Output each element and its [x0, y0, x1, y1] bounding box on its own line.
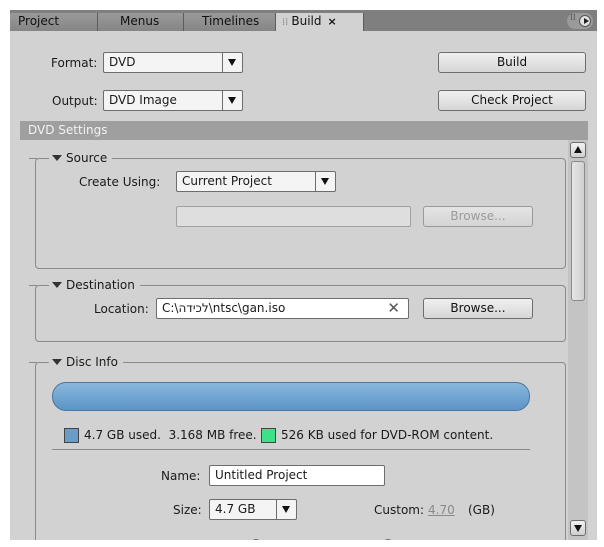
tab-build-label: Build: [291, 14, 322, 28]
tab-timelines-label: Timelines: [202, 14, 260, 28]
drag-grip-icon[interactable]: ⁞⁞: [282, 17, 288, 28]
destination-title: Destination: [66, 278, 135, 292]
chevron-down-icon: [315, 172, 335, 191]
collapse-triangle-icon: [52, 155, 62, 161]
group-line: [29, 362, 37, 363]
collapse-triangle-icon: [52, 282, 62, 288]
format-label: Format:: [51, 56, 98, 70]
disc-name-value: Untitled Project: [215, 468, 308, 482]
used-text: 4.7 GB used. 3.168 MB free.: [84, 428, 257, 442]
tab-bar: Project Menus Timelines ⁞⁞ Build × ⁞⁞: [10, 10, 597, 31]
chevron-down-icon: [222, 53, 242, 72]
rom-swatch: [261, 428, 276, 443]
source-browse-button: Browse...: [423, 206, 533, 227]
disc-size-value: 4.7 GB: [215, 502, 256, 516]
custom-label: Custom:: [374, 503, 425, 517]
destination-toggle[interactable]: Destination: [49, 278, 140, 292]
chevron-down-icon: [276, 500, 296, 519]
create-using-value: Current Project: [182, 174, 272, 188]
collapse-triangle-icon: [52, 359, 62, 365]
create-using-label: Create Using:: [79, 175, 161, 189]
output-label: Output:: [52, 94, 98, 108]
grip-dots-icon: ⁞⁞: [570, 13, 576, 23]
dvd-settings-section: DVD Settings Source Create Using: Curren…: [20, 121, 588, 540]
build-panel: Project Menus Timelines ⁞⁞ Build × ⁞⁞ Form…: [10, 10, 597, 540]
rom-text: 526 KB used for DVD-ROM content.: [281, 428, 494, 442]
check-project-button[interactable]: Check Project: [438, 90, 586, 111]
location-value: C:\לכידה\ntsc\gan.iso: [162, 301, 286, 315]
radio-button[interactable]: [250, 539, 262, 540]
used-swatch: [64, 428, 79, 443]
location-input[interactable]: C:\לכידה\ntsc\gan.iso ✕: [156, 298, 409, 319]
source-toggle[interactable]: Source: [49, 151, 113, 165]
disc-info-group: Disc Info 4.7 GB used. 3.168 MB free. 52…: [29, 355, 566, 540]
tab-project[interactable]: Project: [10, 13, 98, 31]
source-title: Source: [66, 151, 108, 165]
group-line: [29, 158, 37, 159]
custom-size-value[interactable]: 4.70: [428, 503, 455, 517]
tab-menus[interactable]: Menus: [98, 13, 184, 31]
output-dropdown[interactable]: DVD Image: [103, 90, 243, 111]
flyout-menu-icon: [579, 15, 591, 27]
tab-timelines[interactable]: Timelines: [184, 13, 276, 31]
vertical-scrollbar[interactable]: [568, 140, 588, 540]
format-value: DVD: [109, 55, 136, 69]
panel-menu-button[interactable]: ⁞⁞: [567, 13, 593, 29]
scroll-thumb[interactable]: [571, 161, 585, 301]
tab-project-label: Project: [18, 14, 60, 28]
source-group: Source Create Using: Current Project Bro…: [29, 151, 566, 269]
clear-icon[interactable]: ✕: [387, 299, 400, 317]
format-dropdown[interactable]: DVD: [103, 52, 243, 73]
location-label: Location:: [94, 302, 149, 316]
create-using-dropdown[interactable]: Current Project: [176, 171, 336, 192]
disc-info-title: Disc Info: [66, 355, 118, 369]
source-path-field: [176, 206, 411, 227]
scroll-up-arrow-icon[interactable]: [570, 142, 586, 158]
disc-size-label: Size:: [173, 503, 202, 517]
chevron-down-icon: [222, 91, 242, 110]
close-tab-icon[interactable]: ×: [327, 15, 336, 28]
scroll-down-arrow-icon[interactable]: [570, 520, 586, 536]
disc-info-toggle[interactable]: Disc Info: [49, 355, 123, 369]
disc-name-label: Name:: [161, 469, 201, 483]
disc-name-input[interactable]: Untitled Project: [209, 465, 385, 486]
group-line: [29, 285, 37, 286]
output-value: DVD Image: [109, 93, 177, 107]
destination-group: Destination Location: C:\לכידה\ntsc\gan.…: [29, 278, 566, 342]
disc-capacity-bar: [52, 382, 530, 411]
settings-body: Source Create Using: Current Project Bro…: [20, 140, 568, 540]
tab-build[interactable]: ⁞⁞ Build ×: [276, 13, 364, 31]
divider: [52, 449, 530, 450]
custom-unit: (GB): [468, 503, 495, 517]
destination-browse-button[interactable]: Browse...: [423, 298, 533, 319]
used-amount: 4.7 GB used.: [84, 428, 161, 442]
build-button[interactable]: Build: [438, 52, 586, 73]
free-amount: 3.168 MB free.: [168, 428, 257, 442]
radio-button[interactable]: [382, 539, 394, 540]
dvd-settings-header: DVD Settings: [20, 121, 588, 140]
tab-menus-label: Menus: [120, 14, 160, 28]
disc-size-dropdown[interactable]: 4.7 GB: [209, 499, 297, 520]
